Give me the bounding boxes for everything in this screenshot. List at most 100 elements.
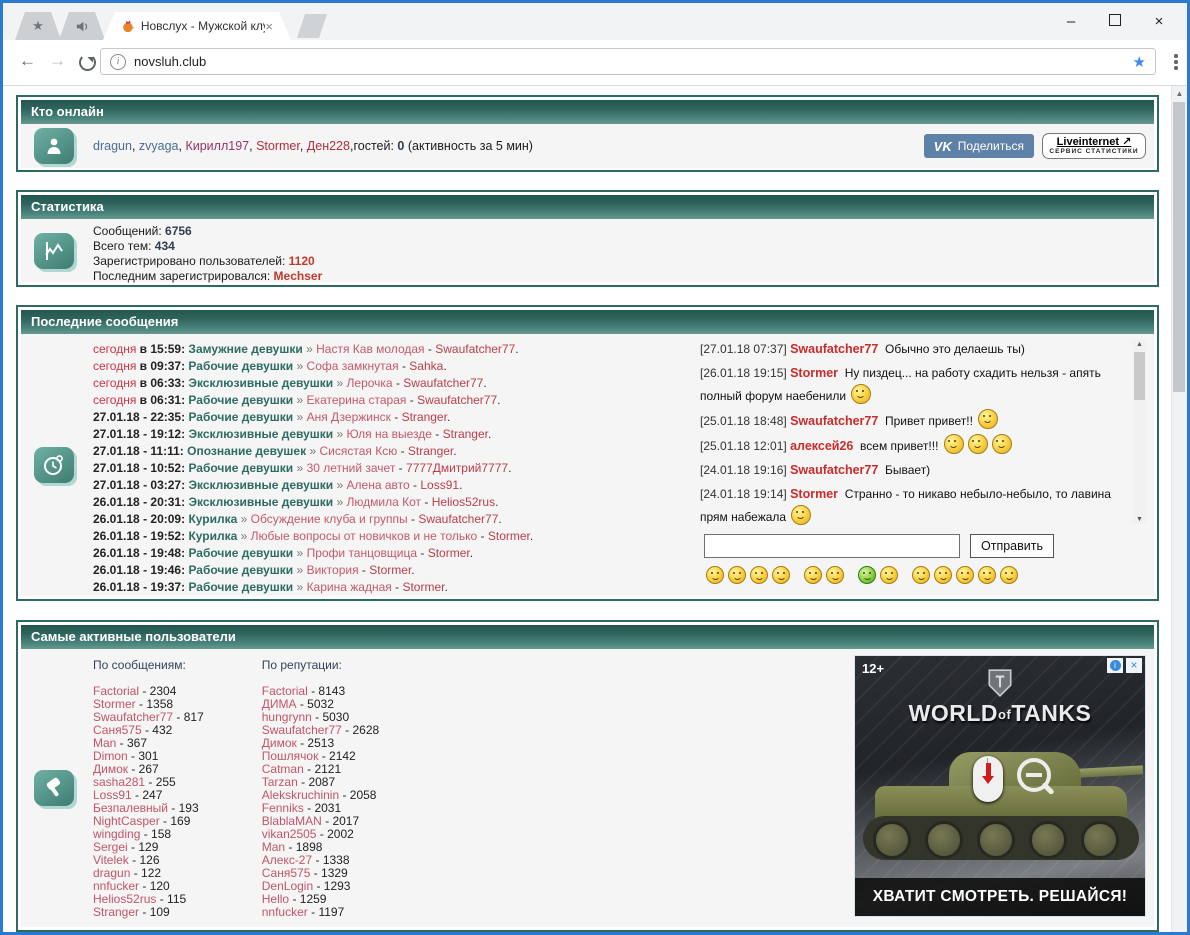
point-smiley[interactable] <box>912 566 930 584</box>
user-link[interactable]: NightCasper <box>93 814 160 828</box>
page-info-icon[interactable]: i <box>110 54 126 70</box>
user-link[interactable]: Man <box>262 840 285 854</box>
user-link[interactable]: Fenniks <box>262 801 304 815</box>
topic-link[interactable]: Настя Кав молодая <box>316 342 424 356</box>
chat-scroll-thumb[interactable] <box>1134 352 1145 400</box>
user-link[interactable]: hungrynn <box>262 710 312 724</box>
bookmark-star-icon[interactable]: ★ <box>1133 53 1146 71</box>
tab-close-icon[interactable]: × <box>265 20 273 33</box>
user-link[interactable]: Man <box>93 736 116 750</box>
user-link[interactable]: Димок <box>93 762 128 776</box>
chat-username-link[interactable]: алексей26 <box>790 439 853 453</box>
user-link[interactable]: wingding <box>93 827 140 841</box>
topic-link[interactable]: Обсуждение клуба и группы <box>251 512 408 526</box>
topic-author-link[interactable]: Helios52rus <box>432 495 495 509</box>
topic-link[interactable]: Алена авто <box>347 478 410 492</box>
topic-author-link[interactable]: Stormer <box>402 580 444 594</box>
user-link[interactable]: ДИМА <box>262 697 297 711</box>
page-scroll-thumb[interactable] <box>1173 102 1185 392</box>
maximize-button[interactable] <box>1093 13 1137 30</box>
ad-info-button[interactable]: i <box>1107 658 1123 673</box>
forum-category-link[interactable]: Рабочие девушки <box>188 359 293 373</box>
topic-author-link[interactable]: Stranger <box>443 427 488 441</box>
user-link[interactable]: vikan2505 <box>262 827 317 841</box>
neutral-smiley[interactable] <box>826 566 844 584</box>
pinned-tab-audio[interactable] <box>59 12 105 40</box>
user-link[interactable]: Алекс-27 <box>262 853 312 867</box>
chat-input[interactable] <box>704 534 960 558</box>
user-link[interactable]: Саня575 <box>93 723 142 737</box>
user-link[interactable]: Helios52rus <box>93 892 156 906</box>
topic-author-link[interactable]: Stranger <box>402 410 447 424</box>
forum-category-link[interactable]: Рабочие девушки <box>188 563 293 577</box>
user-link[interactable]: Tarzan <box>262 775 298 789</box>
thumbsup-smiley[interactable] <box>880 566 898 584</box>
forum-category-link[interactable]: Рабочие девушки <box>188 461 293 475</box>
topic-author-link[interactable]: Swaufatcher77 <box>418 512 498 526</box>
topic-author-link[interactable]: Stormer <box>428 546 470 560</box>
user-link[interactable]: nnfucker <box>262 905 308 919</box>
smile-smiley[interactable] <box>728 566 746 584</box>
user-link[interactable]: Hello <box>262 892 289 906</box>
new-tab-button[interactable] <box>297 14 327 38</box>
online-user-link[interactable]: Stormer <box>256 139 300 153</box>
wink-smiley[interactable] <box>934 566 952 584</box>
browser-menu-icon[interactable] <box>1174 54 1178 72</box>
forum-category-link[interactable]: Курилка <box>188 529 237 543</box>
laugh-smiley[interactable] <box>750 566 768 584</box>
user-link[interactable]: sasha281 <box>93 775 145 789</box>
back-button[interactable]: ← <box>19 51 36 71</box>
user-link[interactable]: Саня575 <box>262 866 311 880</box>
forum-category-link[interactable]: Рабочие девушки <box>188 410 293 424</box>
active-tab[interactable]: Новслух - Мужской клуб × <box>103 12 291 40</box>
grin-smiley[interactable] <box>706 566 724 584</box>
forum-category-link[interactable]: Замужние девушки <box>188 342 302 356</box>
user-link[interactable]: Stranger <box>93 905 139 919</box>
minimize-button[interactable]: – <box>1049 13 1093 30</box>
user-link[interactable]: Dimon <box>93 749 128 763</box>
online-user-link[interactable]: zvyaga <box>139 139 179 153</box>
chat-username-link[interactable]: Swaufatcher77 <box>790 342 878 356</box>
user-link[interactable]: BlablaMAN <box>262 814 322 828</box>
forum-category-link[interactable]: Опознание девушек <box>187 444 306 458</box>
topic-author-link[interactable]: Swaufatcher77 <box>417 393 497 407</box>
topic-link[interactable]: 30 летний зачет <box>307 461 396 475</box>
user-link[interactable]: Swaufatcher77 <box>262 723 342 737</box>
refresh-button[interactable] <box>79 54 96 71</box>
blush-smiley[interactable] <box>1000 566 1018 584</box>
topic-author-link[interactable]: Sahka <box>409 359 443 373</box>
topic-link[interactable]: Любые вопросы от новичков и не только <box>251 529 478 543</box>
user-link[interactable]: Alekskruchinin <box>262 788 339 802</box>
scroll-up-icon[interactable]: ▲ <box>1172 89 1187 98</box>
topic-author-link[interactable]: Swaufatcher77 <box>435 342 515 356</box>
forum-category-link[interactable]: Курилка <box>188 512 237 526</box>
topic-link[interactable]: Профи танцовщица <box>307 546 417 560</box>
close-button[interactable]: × <box>1137 13 1181 30</box>
ad-close-button[interactable]: × <box>1126 658 1142 673</box>
user-link[interactable]: dragun <box>93 866 130 880</box>
user-link[interactable]: Factorial <box>93 684 139 698</box>
user-link[interactable]: Пошлячок <box>262 749 319 763</box>
topic-author-link[interactable]: Stormer <box>488 529 530 543</box>
topic-link[interactable]: Аня Дзержинск <box>307 410 391 424</box>
vk-share-button[interactable]: VK Поделиться <box>924 134 1034 158</box>
forum-category-link[interactable]: Эксклюзивные девушки <box>188 478 333 492</box>
shock-smiley[interactable] <box>978 566 996 584</box>
page-scrollbar[interactable]: ▲ <box>1171 86 1187 932</box>
topic-link[interactable]: Екатерина старая <box>307 393 407 407</box>
chat-username-link[interactable]: Swaufatcher77 <box>790 463 878 477</box>
topic-link[interactable]: Лерочка <box>347 376 393 390</box>
topic-author-link[interactable]: Stranger <box>408 444 453 458</box>
topic-author-link[interactable]: 7777Дмитрий7777 <box>406 461 508 475</box>
topic-author-link[interactable]: Loss91 <box>420 478 459 492</box>
scroll-up-icon[interactable]: ▲ <box>1133 341 1146 348</box>
chat-username-link[interactable]: Stormer <box>790 366 838 380</box>
chat-username-link[interactable]: Stormer <box>790 487 838 501</box>
topic-author-link[interactable]: Swaufatcher77 <box>403 376 483 390</box>
forum-category-link[interactable]: Эксклюзивные девушки <box>188 495 333 509</box>
chat-send-button[interactable]: Отправить <box>970 534 1054 558</box>
topic-author-link[interactable]: Stormer <box>369 563 411 577</box>
user-link[interactable]: DenLogin <box>262 879 313 893</box>
ad-banner-world-of-tanks[interactable]: WORLDofTANKS 12+ i × ХВАТИТ СМОТРЕТЬ. РЕ… <box>854 655 1146 917</box>
online-user-link[interactable]: dragun <box>93 139 132 153</box>
